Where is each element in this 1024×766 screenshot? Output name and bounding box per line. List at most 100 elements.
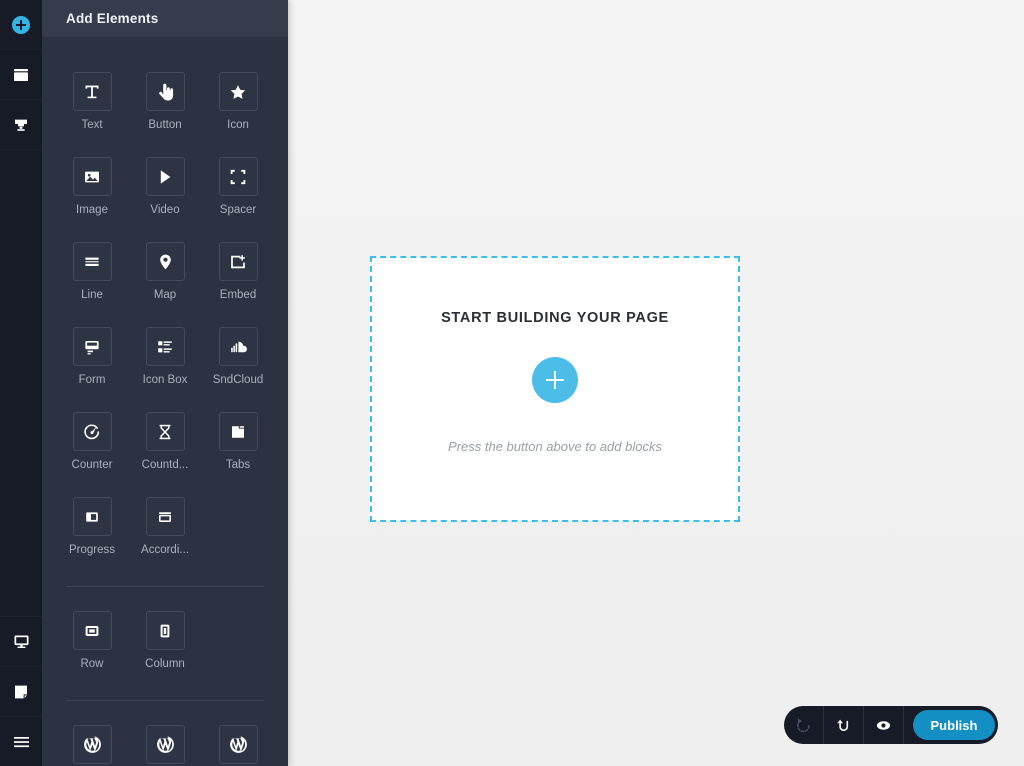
element-embed[interactable]: Embed xyxy=(208,242,268,301)
rail-item-templates[interactable] xyxy=(0,666,42,716)
element-menu[interactable]: Menu xyxy=(208,725,268,766)
element-label: Button xyxy=(148,119,182,131)
publish-button[interactable]: Publish xyxy=(913,710,995,740)
empty-page-placeholder: START BUILDING YOUR PAGE Press the butto… xyxy=(370,256,740,522)
element-tile xyxy=(72,72,112,111)
add-block-button[interactable] xyxy=(532,357,578,403)
element-tile xyxy=(218,157,258,196)
preview-button[interactable] xyxy=(864,706,904,744)
element-label: Video xyxy=(150,204,180,216)
element-tile xyxy=(72,412,112,451)
counter-gauge-icon xyxy=(83,423,101,441)
rail-item-styles[interactable] xyxy=(0,100,42,150)
element-tile xyxy=(72,157,112,196)
panel-divider-wordpress xyxy=(66,700,264,701)
lines-icon xyxy=(83,253,101,271)
element-column[interactable]: Column xyxy=(135,611,195,670)
page-builder-app: Add Elements Text Button Icon Image Vide… xyxy=(0,0,1024,766)
wordpress-icon xyxy=(83,735,102,754)
element-label: Form xyxy=(78,374,106,386)
element-icon-box[interactable]: Icon Box xyxy=(135,327,195,386)
plus-icon xyxy=(546,371,564,389)
element-map[interactable]: Map xyxy=(135,242,195,301)
page-canvas[interactable]: START BUILDING YOUR PAGE Press the butto… xyxy=(288,0,1024,766)
element-icon[interactable]: Icon xyxy=(208,72,268,131)
redo-button[interactable] xyxy=(824,706,864,744)
element-countdown[interactable]: Countd... xyxy=(135,412,195,471)
form-monitor-icon xyxy=(83,338,101,356)
element-tile xyxy=(218,242,258,281)
rail-item-menu[interactable] xyxy=(0,716,42,766)
desktop-icon xyxy=(12,632,31,651)
element-tile xyxy=(145,412,185,451)
icon-box-list-icon xyxy=(156,338,174,356)
element-group-wordpress: Sidebar Shortco... xyxy=(62,725,268,766)
element-progress[interactable]: Progress xyxy=(62,497,122,556)
map-pin-icon xyxy=(157,253,174,271)
plus-circle-icon xyxy=(11,15,31,35)
element-tabs[interactable]: Tabs xyxy=(208,412,268,471)
element-label: Tabs xyxy=(225,459,251,471)
element-tile xyxy=(72,327,112,366)
element-image[interactable]: Image xyxy=(62,157,122,216)
paint-bucket-icon xyxy=(12,116,30,134)
element-sndcloud[interactable]: SndCloud xyxy=(208,327,268,386)
element-tile xyxy=(218,72,258,111)
element-accordion[interactable]: Accordi... xyxy=(135,497,195,556)
hourglass-icon xyxy=(157,423,173,441)
element-label: Embed xyxy=(219,289,257,301)
redo-arrow-icon xyxy=(835,717,852,734)
rail-item-pages[interactable] xyxy=(0,50,42,100)
element-label: Row xyxy=(80,658,104,670)
add-elements-panel: Add Elements Text Button Icon Image Vide… xyxy=(42,0,288,766)
row-icon xyxy=(83,622,101,640)
element-tile xyxy=(72,497,112,536)
pointing-hand-icon xyxy=(157,83,174,101)
window-icon xyxy=(12,66,30,84)
soundcloud-icon xyxy=(229,339,248,354)
undo-arrow-icon xyxy=(795,717,812,734)
element-tile xyxy=(218,412,258,451)
element-label: Text xyxy=(81,119,103,131)
element-tile xyxy=(145,611,185,650)
element-tile xyxy=(145,157,185,196)
element-video[interactable]: Video xyxy=(135,157,195,216)
element-line[interactable]: Line xyxy=(62,242,122,301)
element-label: Line xyxy=(81,289,103,301)
panel-title: Add Elements xyxy=(66,11,159,26)
element-tile xyxy=(145,242,185,281)
panel-body: Text Button Icon Image Video Spacer Line… xyxy=(42,38,288,766)
rail-top-group xyxy=(0,0,42,150)
element-text[interactable]: Text xyxy=(62,72,122,131)
element-tile xyxy=(218,725,258,764)
element-row[interactable]: Row xyxy=(62,611,122,670)
rail-item-add-elements[interactable] xyxy=(0,0,42,50)
placeholder-title: START BUILDING YOUR PAGE xyxy=(441,310,669,326)
placeholder-hint: Press the button above to add blocks xyxy=(448,439,662,454)
element-label: Map xyxy=(153,289,177,301)
spacer-brackets-icon xyxy=(229,168,247,186)
element-group-layout: Row Column xyxy=(62,611,268,696)
panel-header: Add Elements xyxy=(42,0,288,38)
rail-item-responsive-preview[interactable] xyxy=(0,616,42,666)
element-group-basic: Text Button Icon Image Video Spacer Line… xyxy=(62,72,268,582)
element-counter[interactable]: Counter xyxy=(62,412,122,471)
element-label: Column xyxy=(145,658,185,670)
element-tile xyxy=(145,497,185,536)
element-tile xyxy=(145,327,185,366)
element-sidebar[interactable]: Sidebar xyxy=(62,725,122,766)
hamburger-icon xyxy=(12,734,31,750)
element-form[interactable]: Form xyxy=(62,327,122,386)
element-label: Countd... xyxy=(141,459,189,471)
element-label: Image xyxy=(76,204,108,216)
eye-icon xyxy=(875,719,892,732)
element-button[interactable]: Button xyxy=(135,72,195,131)
panel-divider-layout xyxy=(66,586,264,587)
element-tile xyxy=(218,327,258,366)
element-shortcode[interactable]: Shortco... xyxy=(135,725,195,766)
element-tile xyxy=(72,611,112,650)
element-spacer[interactable]: Spacer xyxy=(208,157,268,216)
undo-button[interactable] xyxy=(784,706,824,744)
page-fold-icon xyxy=(12,683,30,701)
bottom-toolbar: Publish xyxy=(784,706,998,744)
